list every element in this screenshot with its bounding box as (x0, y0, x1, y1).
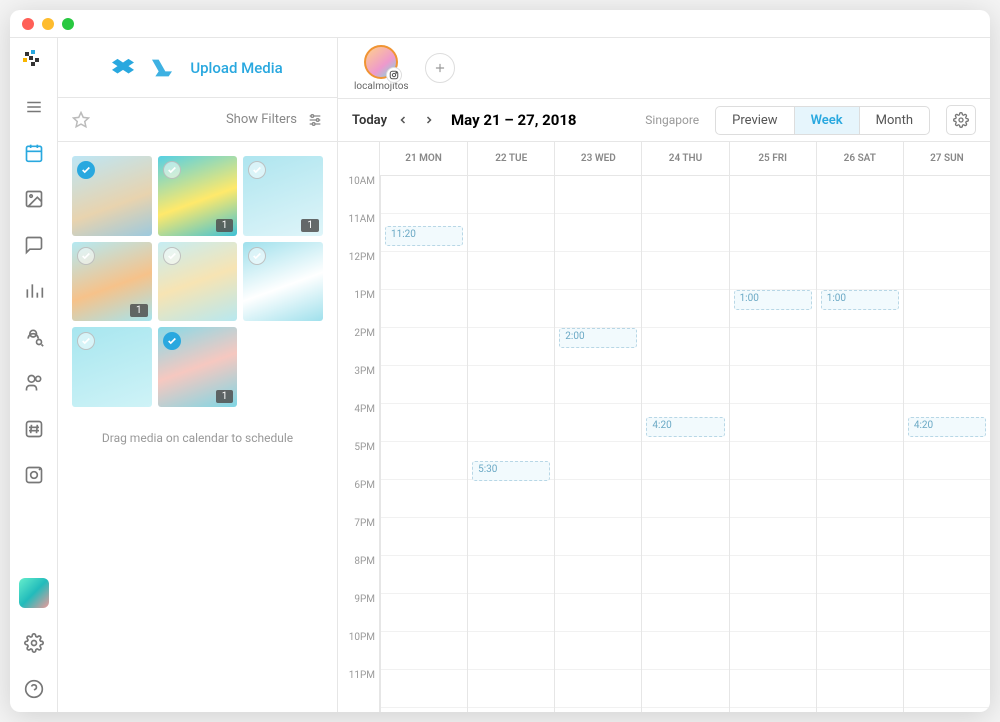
preview-view-button[interactable]: Preview (716, 107, 793, 134)
day-column[interactable]: 4:20 (641, 176, 728, 712)
conversations-tab-icon[interactable] (23, 234, 45, 256)
dropbox-icon[interactable] (112, 57, 134, 79)
hour-label: 10PM (338, 632, 379, 670)
date-range: May 21 – 27, 2018 (451, 111, 577, 129)
time-gutter: 10AM11AM12PM1PM2PM3PM4PM5PM6PM7PM8PM9PM1… (338, 142, 380, 712)
account-avatar[interactable] (364, 45, 398, 79)
media-thumb[interactable]: 1 (158, 156, 238, 236)
show-filters-button[interactable]: Show Filters (226, 112, 297, 127)
select-check-icon[interactable] (248, 247, 266, 265)
media-thumb[interactable]: 1 (243, 156, 323, 236)
account-name: localmojitos (354, 81, 409, 92)
media-thumb[interactable] (243, 242, 323, 322)
hour-label: 3PM (338, 366, 379, 404)
usage-count-badge: 1 (216, 390, 234, 403)
team-tab-icon[interactable] (23, 372, 45, 394)
usage-count-badge: 1 (130, 304, 148, 317)
window-minimize-icon[interactable] (42, 18, 54, 30)
day-header: 24 THU (641, 142, 728, 176)
star-filter-icon[interactable] (72, 111, 90, 129)
add-account-button[interactable] (425, 53, 455, 83)
scheduled-slot[interactable]: 4:20 (646, 417, 724, 437)
hashtag-tab-icon[interactable] (23, 418, 45, 440)
day-column[interactable]: 5:30 (467, 176, 554, 712)
usage-count-badge: 1 (301, 219, 319, 232)
hour-label: 2PM (338, 328, 379, 366)
hour-label: 11AM (338, 214, 379, 252)
window-close-icon[interactable] (22, 18, 34, 30)
hour-label: 8PM (338, 556, 379, 594)
day-header: 27 SUN (903, 142, 990, 176)
week-view-button[interactable]: Week (794, 107, 859, 134)
day-column[interactable]: 11:20 (380, 176, 467, 712)
day-column[interactable]: 1:00 (816, 176, 903, 712)
scheduled-slot[interactable]: 4:20 (908, 417, 986, 437)
scheduled-slot[interactable]: 5:30 (472, 461, 550, 481)
day-header: 21 MON (380, 142, 467, 176)
drag-hint: Drag media on calendar to schedule (58, 421, 337, 455)
scheduled-slot[interactable]: 2:00 (559, 328, 637, 348)
settings-icon[interactable] (23, 632, 45, 654)
media-thumb[interactable] (72, 156, 152, 236)
scheduled-slot[interactable]: 11:20 (385, 226, 463, 246)
hour-label: 6PM (338, 480, 379, 518)
day-header: 23 WED (554, 142, 641, 176)
google-drive-icon[interactable] (152, 58, 172, 78)
hour-label: 12PM (338, 252, 379, 290)
today-button[interactable]: Today (352, 113, 387, 128)
select-check-icon[interactable] (163, 332, 181, 350)
scheduled-slot[interactable]: 1:00 (734, 290, 812, 310)
select-check-icon[interactable] (163, 247, 181, 265)
day-column[interactable]: 2:00 (554, 176, 641, 712)
hour-label: 1PM (338, 290, 379, 328)
day-column[interactable]: 4:20 (903, 176, 990, 712)
scheduled-slot[interactable]: 1:00 (821, 290, 899, 310)
media-tab-icon[interactable] (23, 188, 45, 210)
day-header: 26 SAT (816, 142, 903, 176)
day-header: 25 FRI (729, 142, 816, 176)
calendar-tab-icon[interactable] (23, 142, 45, 164)
media-thumb[interactable]: 1 (158, 327, 238, 407)
select-check-icon[interactable] (163, 161, 181, 179)
hour-label: 11PM (338, 670, 379, 708)
menu-toggle-icon[interactable] (23, 96, 45, 118)
media-thumb[interactable] (72, 327, 152, 407)
hour-label: 4PM (338, 404, 379, 442)
hour-label: 5PM (338, 442, 379, 480)
analytics-tab-icon[interactable] (23, 280, 45, 302)
select-check-icon[interactable] (77, 161, 95, 179)
timezone-label[interactable]: Singapore (645, 113, 699, 127)
month-view-button[interactable]: Month (859, 107, 929, 134)
main-area: localmojitos Today May 21 – 27, 2018 Sin… (338, 38, 990, 712)
hour-label: 7PM (338, 518, 379, 556)
linkinbio-tab-icon[interactable] (23, 464, 45, 486)
app-logo[interactable] (23, 50, 45, 72)
next-week-button[interactable] (419, 110, 439, 130)
instagram-badge-icon (386, 67, 402, 83)
media-thumb[interactable]: 1 (72, 242, 152, 322)
day-header: 22 TUE (467, 142, 554, 176)
hour-label: 9PM (338, 594, 379, 632)
help-icon[interactable] (23, 678, 45, 700)
usage-count-badge: 1 (216, 219, 234, 232)
filter-sliders-icon[interactable] (307, 112, 323, 128)
prev-week-button[interactable] (393, 110, 413, 130)
select-check-icon[interactable] (77, 247, 95, 265)
calendar-settings-button[interactable] (946, 105, 976, 135)
day-column[interactable]: 1:00 (729, 176, 816, 712)
upload-media-button[interactable]: Upload Media (190, 59, 282, 77)
view-switcher: Preview Week Month (715, 106, 930, 135)
media-thumb[interactable] (158, 242, 238, 322)
hour-label: 10AM (338, 176, 379, 214)
user-avatar[interactable] (19, 578, 49, 608)
left-rail (10, 38, 58, 712)
media-panel: Upload Media Show Filters 1 1 1 1 Drag medi… (58, 38, 338, 712)
window-titlebar (10, 10, 990, 38)
window-maximize-icon[interactable] (62, 18, 74, 30)
search-users-tab-icon[interactable] (23, 326, 45, 348)
